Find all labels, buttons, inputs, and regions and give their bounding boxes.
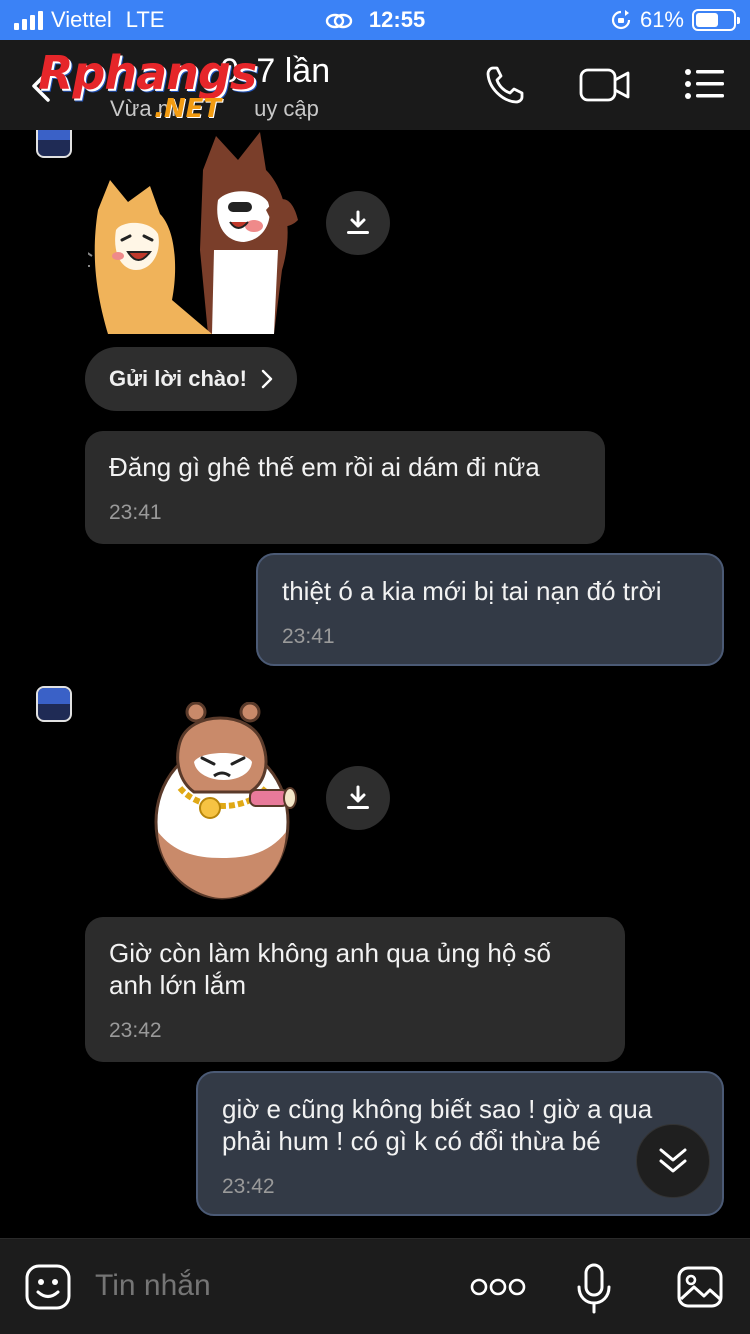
download-icon xyxy=(347,210,369,234)
send-greeting-chip[interactable]: Gửi lời chào! xyxy=(85,347,297,411)
message-list[interactable]: Gửi lời chào! Đăng gì ghê thế em rồi ai … xyxy=(0,130,750,1238)
watermark-suffix: .NET xyxy=(154,94,222,124)
image-icon[interactable] xyxy=(676,1265,724,1309)
menu-icon[interactable] xyxy=(684,68,726,100)
scroll-to-bottom-button[interactable] xyxy=(636,1124,710,1198)
sticker-two-dogs[interactable] xyxy=(88,130,308,335)
emoji-icon[interactable] xyxy=(24,1263,72,1311)
phone-icon[interactable] xyxy=(484,64,526,106)
message-text: giờ e cũng không biết sao ! giờ a qua ph… xyxy=(222,1094,653,1156)
message-text: Đăng gì ghê thế em rồi ai dám đi nữa xyxy=(109,452,540,482)
battery-percent: 61% xyxy=(639,7,684,32)
contact-name-visible: 7 lần xyxy=(256,52,331,90)
status-bar: Viettel LTE 12:55 61% xyxy=(0,0,750,40)
message-time: 23:41 xyxy=(282,625,335,648)
clock: 12:55 xyxy=(368,7,426,32)
chevron-right-icon xyxy=(261,369,273,389)
more-dots-icon[interactable] xyxy=(470,1277,526,1297)
rotation-lock-icon xyxy=(611,10,631,30)
message-bubble-incoming[interactable]: Đăng gì ghê thế em rồi ai dám đi nữa 23:… xyxy=(85,431,605,544)
message-time: 23:41 xyxy=(109,501,162,524)
download-button[interactable] xyxy=(326,191,390,255)
microphone-icon[interactable] xyxy=(576,1263,612,1315)
avatar[interactable] xyxy=(36,686,72,722)
watermark-text: Rphangs xyxy=(38,46,257,100)
send-greeting-label: Gửi lời chào! xyxy=(109,366,247,391)
message-time: 23:42 xyxy=(109,1019,162,1042)
download-button[interactable] xyxy=(326,766,390,830)
message-time: 23:42 xyxy=(222,1175,275,1198)
status-right: 61% xyxy=(610,7,740,33)
message-text: Giờ còn làm không anh qua ủng hộ số anh … xyxy=(109,938,552,1000)
message-text: thiệt ó a kia mới bị tai nạn đó trời xyxy=(282,576,662,606)
message-input[interactable] xyxy=(95,1269,435,1303)
message-composer xyxy=(0,1238,750,1334)
message-bubble-incoming[interactable]: Giờ còn làm không anh qua ủng hộ số anh … xyxy=(85,917,625,1062)
sticker-hamster[interactable] xyxy=(150,702,300,902)
battery-icon xyxy=(692,9,740,31)
watermark-logo: Rphangs .NET xyxy=(38,46,257,124)
last-seen-end: uy cập xyxy=(254,96,319,121)
video-call-icon[interactable] xyxy=(578,66,632,104)
double-chevron-down-icon xyxy=(659,1148,687,1173)
message-bubble-outgoing[interactable]: thiệt ó a kia mới bị tai nạn đó trời 23:… xyxy=(256,553,724,666)
link-icon xyxy=(325,13,352,29)
avatar[interactable] xyxy=(36,130,72,158)
chat-header: 0 7 lần Vừa m uy cập Rphangs .NET xyxy=(0,40,750,130)
download-icon xyxy=(347,785,369,809)
